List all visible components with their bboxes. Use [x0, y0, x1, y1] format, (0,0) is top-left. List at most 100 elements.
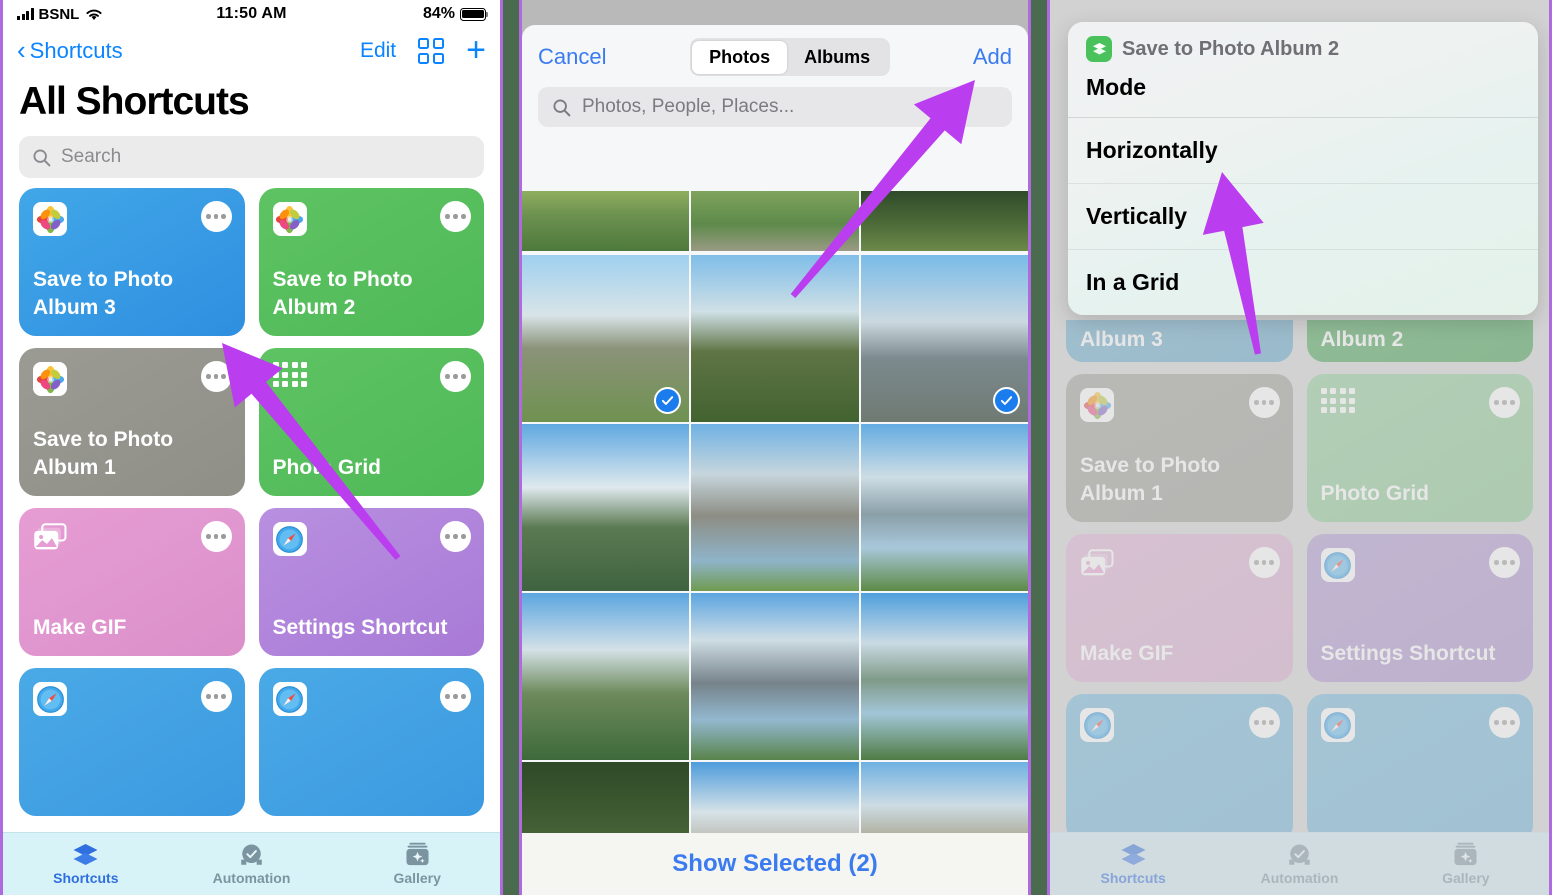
bottom-tab-bar: Shortcuts Automation Gallery: [3, 832, 500, 895]
photo-thumbnail[interactable]: [691, 191, 859, 251]
tab-label: Automation: [1260, 870, 1339, 886]
picker-top-row: Cancel Photos Albums Add: [538, 37, 1012, 77]
tab-automation[interactable]: Automation: [169, 842, 335, 886]
shortcut-tile[interactable]: [19, 668, 245, 816]
shortcuts-stack-icon: [72, 842, 99, 867]
ellipsis-icon[interactable]: [1489, 547, 1520, 578]
photo-thumbnail[interactable]: [522, 255, 690, 422]
menu-item-horizontally[interactable]: Horizontally: [1068, 117, 1538, 183]
shortcut-tile[interactable]: Make GIF: [19, 508, 245, 656]
ellipsis-icon[interactable]: [200, 681, 232, 712]
ellipsis-icon[interactable]: [1489, 707, 1520, 738]
cancel-button[interactable]: Cancel: [538, 44, 606, 70]
ellipsis-icon[interactable]: [440, 361, 471, 392]
photo-thumbnail[interactable]: [522, 762, 690, 833]
photo-thumbnail[interactable]: [522, 593, 690, 760]
grid-view-icon[interactable]: [418, 38, 445, 64]
search-icon: [31, 147, 52, 168]
status-right: 84%: [423, 5, 489, 23]
tab-photos[interactable]: Photos: [692, 40, 788, 74]
context-menu-title: Save to Photo Album 2: [1122, 37, 1340, 60]
photo-thumbnail[interactable]: [860, 593, 1028, 760]
middle-phone-panel: Cancel Photos Albums Add Photos, People,…: [519, 0, 1031, 895]
ellipsis-icon[interactable]: [200, 361, 232, 392]
photo-thumbnail[interactable]: [860, 424, 1028, 591]
ellipsis-icon[interactable]: [200, 521, 232, 552]
menu-item-in-a-grid[interactable]: In a Grid: [1068, 249, 1538, 315]
shortcut-tile[interactable]: Save to Photo Album 2: [258, 188, 484, 336]
dimmed-shortcut-tile[interactable]: [1066, 694, 1293, 842]
safari-app-icon: [272, 522, 307, 556]
photos-app-icon: [1080, 388, 1114, 422]
menu-item-vertically[interactable]: Vertically: [1068, 183, 1538, 249]
dimmed-shortcut-tile[interactable]: [1306, 694, 1533, 842]
ellipsis-icon[interactable]: [440, 201, 471, 232]
shortcut-tile[interactable]: Photo Grid: [258, 348, 484, 496]
ellipsis-icon[interactable]: [1489, 387, 1520, 418]
shortcut-tile[interactable]: Save to Photo Album 1: [19, 348, 245, 496]
chevron-left-icon: ‹: [17, 35, 26, 65]
shortcut-tile[interactable]: Settings Shortcut: [258, 508, 484, 656]
nav-actions: Edit +: [360, 33, 486, 67]
shortcut-tile-label: Save to Photo Album 1: [33, 428, 174, 480]
shortcut-tile-label: Save to Photo Album 2: [272, 268, 413, 320]
dimmed-shortcut-tile[interactable]: Make GIF: [1066, 534, 1293, 682]
photo-thumbnail[interactable]: [691, 762, 859, 833]
photo-thumbnail[interactable]: [860, 255, 1028, 422]
checkmark-circle-icon[interactable]: [992, 387, 1020, 414]
tab-shortcuts[interactable]: Shortcuts: [3, 842, 169, 886]
edit-button[interactable]: Edit: [360, 39, 396, 63]
photo-thumbnail[interactable]: [522, 424, 690, 591]
safari-app-icon: [33, 682, 67, 716]
ellipsis-icon[interactable]: [440, 681, 471, 712]
add-button[interactable]: Add: [973, 44, 1012, 70]
dimmed-shortcut-tile[interactable]: Settings Shortcut: [1306, 534, 1533, 682]
ellipsis-icon[interactable]: [200, 201, 232, 232]
photo-search-placeholder: Photos, People, Places...: [582, 96, 795, 117]
ellipsis-icon[interactable]: [1248, 547, 1280, 578]
show-selected-button[interactable]: Show Selected (2): [522, 833, 1028, 895]
dimmed-shortcut-tile[interactable]: Photo Grid: [1306, 374, 1533, 522]
ellipsis-icon[interactable]: [1248, 707, 1280, 738]
photo-stack-icon: [1080, 548, 1114, 578]
shortcut-tile-label: Make GIF: [33, 616, 127, 640]
photo-thumbnail[interactable]: [691, 255, 859, 422]
dimmed-shortcut-tile[interactable]: Save to Photo Album 1: [1066, 374, 1293, 522]
tab-gallery[interactable]: Gallery: [334, 842, 500, 886]
dimmed-shortcut-tile-label: Album 3: [1080, 328, 1163, 352]
mode-context-menu: Save to Photo Album 2 Mode Horizontally …: [1068, 22, 1538, 315]
photo-thumbnail[interactable]: [860, 191, 1028, 251]
shortcuts-app-icon: [1086, 36, 1112, 62]
dimmed-shortcut-tile-label: Album 2: [1320, 328, 1404, 352]
tab-albums[interactable]: Albums: [787, 41, 887, 74]
context-menu-header: Save to Photo Album 2: [1068, 22, 1538, 74]
photo-thumbnail[interactable]: [691, 593, 859, 760]
photo-thumbnail[interactable]: [522, 191, 690, 251]
shortcuts-icon: [1120, 842, 1147, 867]
search-input[interactable]: Search: [19, 136, 484, 178]
ellipsis-icon[interactable]: [1248, 387, 1280, 418]
shortcut-tile[interactable]: Save to Photo Album 3: [19, 188, 245, 336]
photo-search-input[interactable]: Photos, People, Places...: [538, 87, 1012, 127]
tab-shortcuts[interactable]: Shortcuts: [1050, 842, 1216, 886]
shortcut-tile[interactable]: [258, 668, 484, 816]
dimmed-shortcut-tile[interactable]: Album 3: [1066, 320, 1293, 362]
ellipsis-icon[interactable]: [440, 521, 471, 552]
dimmed-shortcut-tile[interactable]: Album 2: [1306, 320, 1533, 362]
plus-icon[interactable]: +: [466, 33, 486, 67]
tab-gallery[interactable]: Gallery: [1383, 842, 1549, 886]
safari-app-icon: [272, 682, 307, 716]
tab-automation[interactable]: Automation: [1216, 842, 1382, 886]
photo-thumbnail[interactable]: [860, 762, 1028, 833]
checkmark-circle-icon[interactable]: [654, 387, 682, 414]
automation-icon: [1286, 842, 1313, 867]
status-bar: BSNL 11:50 AM 84%: [3, 0, 500, 28]
three-panel-screenshot: BSNL 11:50 AM 84% ‹ Shortcuts Edit + All…: [0, 0, 1552, 895]
photo-thumbnail[interactable]: [691, 424, 859, 591]
back-button[interactable]: ‹ Shortcuts: [17, 35, 123, 65]
tab-label: Gallery: [393, 870, 441, 886]
shortcut-tiles-grid: Save to Photo Album 3 Save to Photo Album…: [19, 188, 484, 816]
shortcut-tile-label: Photo Grid: [272, 456, 382, 480]
photos-app-icon: [33, 362, 67, 396]
right-phone-panel: Album 3 Album 2 Save to Photo Album 1 Photo…: [1047, 0, 1552, 895]
